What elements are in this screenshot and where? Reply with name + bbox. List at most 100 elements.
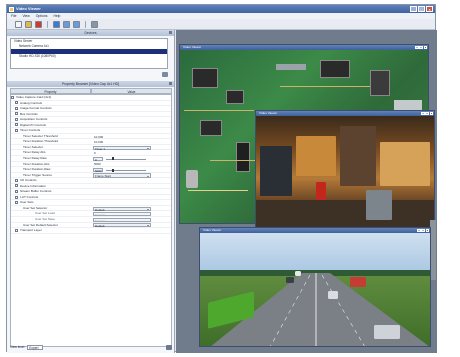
property-row[interactable]: Transport Layer: [11, 228, 171, 234]
expand-icon[interactable]: [15, 228, 18, 232]
devices-panel-title: Devices: [7, 30, 174, 36]
expand-icon[interactable]: [15, 106, 18, 110]
property-label: Bus Controls: [20, 111, 38, 116]
property-value[interactable]: Execute: [93, 217, 151, 223]
pcb-connector: [394, 100, 422, 110]
refresh-button[interactable]: [162, 72, 168, 77]
minimize-button[interactable]: [421, 111, 425, 116]
property-label: Stream Buffer Controls: [20, 189, 52, 194]
property-value[interactable]: 0: [93, 151, 96, 155]
pcb-trace: [188, 190, 248, 191]
property-label: Device Information: [20, 183, 46, 188]
pcb-trace: [184, 110, 254, 111]
property-label: User Set Load: [35, 211, 55, 216]
property-tree[interactable]: Video Capture Card (4x1) Analog Controls I…: [10, 94, 172, 347]
factory-floor: [256, 200, 434, 229]
property-value[interactable]: 5000: [93, 167, 103, 173]
value-slider[interactable]: [106, 157, 146, 160]
pin-icon[interactable]: [169, 31, 172, 34]
car: [374, 325, 400, 339]
menu-help[interactable]: Help: [53, 14, 60, 18]
close-button[interactable]: [423, 45, 427, 50]
pcb-trace: [280, 86, 370, 87]
device-item[interactable]: Studio HD-SDI (1080P60): [11, 54, 167, 59]
property-label: Timer Selector Threshold: [23, 133, 58, 138]
property-label: Image Format Controls: [20, 106, 52, 111]
expand-icon[interactable]: [11, 95, 14, 99]
toolbar-separator: [47, 20, 48, 28]
window-controls: _ □ ×: [410, 6, 433, 12]
toolbar: [7, 19, 435, 30]
minimize-button[interactable]: _: [410, 6, 417, 12]
menu-view[interactable]: View: [22, 14, 29, 18]
app-title: Video Viewer: [16, 6, 41, 11]
expand-icon[interactable]: [15, 189, 18, 193]
property-value[interactable]: 0: [93, 156, 103, 162]
view-level-label: View level: [10, 345, 25, 349]
expand-icon[interactable]: [15, 184, 18, 188]
device-list[interactable]: Video Server Network Camera 4x1 Studio HD-…: [10, 38, 168, 69]
toolbar-separator: [85, 20, 86, 28]
property-value[interactable]: Frame Start: [93, 173, 151, 178]
property-label: Timer Trigger Source: [23, 172, 52, 177]
maximize-button[interactable]: □: [418, 6, 425, 12]
menu-options[interactable]: Options: [36, 14, 48, 18]
factory-machine: [366, 190, 392, 220]
property-value[interactable]: Default: [93, 206, 151, 212]
property-value[interactable]: 10,000: [93, 140, 103, 144]
menu-file[interactable]: File: [11, 14, 16, 18]
property-panel-title: Property Browser [Video Cap 4x1 HD]: [7, 81, 174, 87]
maximize-button[interactable]: [419, 45, 423, 50]
property-value[interactable]: 5000: [93, 162, 101, 166]
property-label: User Sets: [20, 200, 34, 205]
property-label: Digital I/O Controls: [20, 122, 46, 127]
property-label: User Set Save: [35, 217, 55, 222]
car: [328, 291, 338, 299]
pcb-trace: [210, 160, 260, 161]
factory-machine: [260, 146, 292, 196]
zoom-in-icon[interactable]: [63, 20, 70, 28]
maximize-button[interactable]: [425, 111, 429, 116]
title-bar[interactable]: Video Viewer _ □ ×: [7, 5, 435, 13]
expand-icon[interactable]: [15, 128, 18, 132]
property-label: Timer Duration Abs: [23, 161, 50, 166]
play-icon[interactable]: [53, 20, 60, 28]
viewer-window-factory[interactable]: Video Viewer: [255, 110, 435, 230]
expand-icon[interactable]: [15, 117, 18, 121]
highway-video-feed: [200, 233, 430, 346]
red-truck: [350, 277, 366, 287]
property-value[interactable]: Default: [93, 223, 151, 228]
help-icon[interactable]: [166, 344, 172, 350]
property-value[interactable]: 10,000: [93, 135, 103, 139]
pin-icon[interactable]: [169, 82, 172, 85]
expand-icon[interactable]: [15, 195, 18, 199]
property-value[interactable]: Execute: [93, 212, 151, 217]
car: [295, 271, 301, 276]
expand-icon[interactable]: [15, 112, 18, 116]
value-slider[interactable]: [106, 168, 146, 171]
view-level-select[interactable]: Expert: [27, 344, 44, 350]
zoom-out-icon[interactable]: [73, 20, 80, 28]
pcb-chip: [236, 142, 250, 172]
minimize-button[interactable]: [417, 228, 421, 233]
new-icon[interactable]: [15, 20, 22, 28]
close-button[interactable]: [429, 111, 433, 116]
open-icon[interactable]: [25, 20, 32, 28]
expand-icon[interactable]: [15, 101, 18, 105]
viewer-window-highway[interactable]: Video Viewer: [199, 227, 431, 347]
viewer-workspace: Video Viewer Video Viewer Video Viewer: [176, 30, 437, 353]
close-button[interactable]: [425, 228, 429, 233]
maximize-button[interactable]: [421, 228, 425, 233]
property-label: Timer Delay Raw: [23, 156, 47, 161]
record-icon[interactable]: [35, 20, 42, 28]
settings-icon[interactable]: [91, 20, 98, 28]
expand-icon[interactable]: [15, 178, 18, 182]
pcb-chip: [320, 60, 350, 78]
device-list-buttons: [10, 70, 168, 79]
minimize-button[interactable]: [415, 45, 419, 50]
expand-icon[interactable]: [15, 201, 18, 205]
property-value[interactable]: Timer 1: [93, 145, 151, 151]
property-label: User Set Default Selector: [23, 222, 58, 227]
expand-icon[interactable]: [15, 123, 18, 127]
close-button[interactable]: ×: [426, 6, 433, 12]
